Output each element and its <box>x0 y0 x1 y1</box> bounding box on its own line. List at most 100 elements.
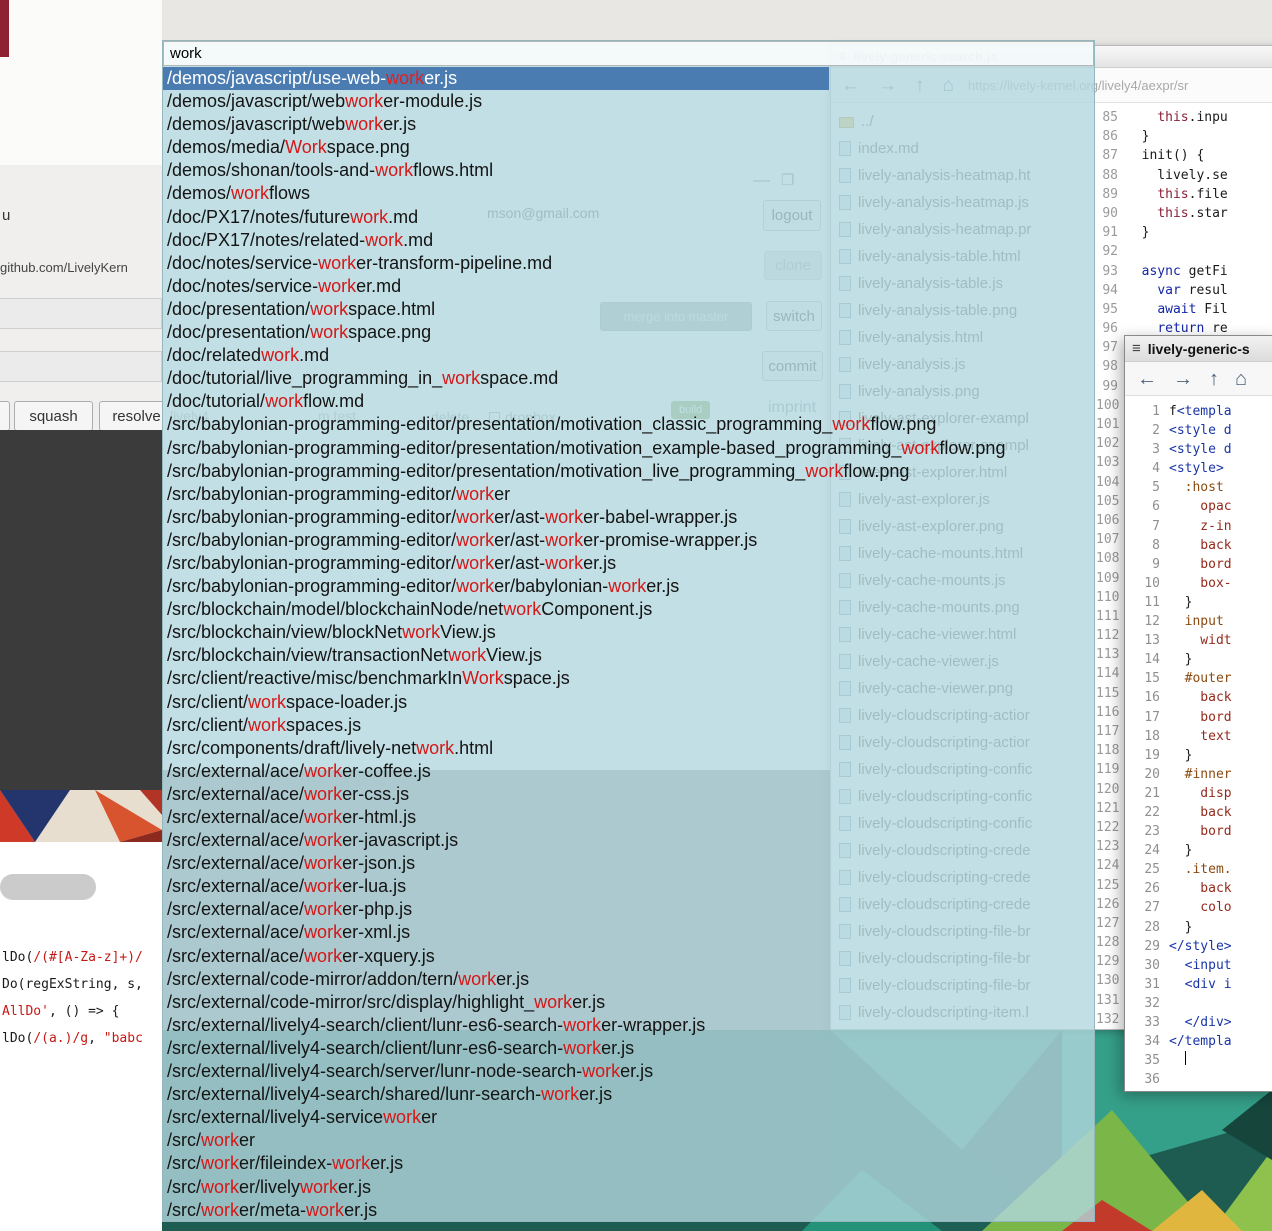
search-result-item[interactable]: /src/external/ace/worker-xml.js <box>163 921 829 944</box>
code-line: 18 text <box>1125 727 1272 746</box>
search-result-item[interactable]: /src/blockchain/model/blockchainNode/net… <box>163 598 829 621</box>
clipped-button[interactable]: f <box>0 401 10 431</box>
line-number: 18 <box>1125 727 1169 746</box>
search-result-item[interactable]: /src/babylonian-programming-editor/prese… <box>163 437 829 460</box>
search-result-item[interactable]: /doc/PX17/notes/futurework.md <box>163 206 829 229</box>
search-result-item[interactable]: /src/external/lively4-search/client/lunr… <box>163 1037 829 1060</box>
line-number: 109 <box>1096 569 1126 588</box>
line-number: 123 <box>1096 837 1126 856</box>
github-url-label: github.com/LivelyKern <box>0 260 162 275</box>
search-result-item[interactable]: /src/babylonian-programming-editor/worke… <box>163 575 829 598</box>
search-result-item[interactable]: /src/blockchain/view/blockNetworkView.js <box>163 621 829 644</box>
code-line: 25 .item. <box>1125 860 1272 879</box>
line-number: 92 <box>1096 242 1126 261</box>
line-number: 118 <box>1096 741 1126 760</box>
line-number: 9 <box>1125 555 1169 574</box>
line-number: 86 <box>1096 127 1126 146</box>
search-result-item[interactable]: /src/external/ace/worker-lua.js <box>163 875 829 898</box>
red-corner-decoration <box>0 0 9 57</box>
search-result-item[interactable]: /src/babylonian-programming-editor/worke… <box>163 506 829 529</box>
search-result-item[interactable]: /src/components/draft/lively-network.htm… <box>163 737 829 760</box>
code-line: 86 } <box>1096 127 1272 146</box>
search-result-item[interactable]: /src/external/lively4-search/shared/lunr… <box>163 1083 829 1106</box>
search-result-item[interactable]: /doc/relatedwork.md <box>163 344 829 367</box>
line-number: 26 <box>1125 879 1169 898</box>
search-result-item[interactable]: /demos/workflows <box>163 182 829 205</box>
search-result-item[interactable]: /src/babylonian-programming-editor/worke… <box>163 483 829 506</box>
search-result-item[interactable]: /src/client/reactive/misc/benchmarkInWor… <box>163 667 829 690</box>
search-result-item[interactable]: /src/external/lively4-search/client/lunr… <box>163 1014 829 1037</box>
up-icon[interactable]: ↑ <box>1209 369 1219 389</box>
search-result-item[interactable]: /src/worker/livelyworker.js <box>163 1176 829 1199</box>
search-result-item[interactable]: /src/external/ace/worker-html.js <box>163 806 829 829</box>
search-result-item[interactable]: /demos/javascript/webworker-module.js <box>163 90 829 113</box>
line-number: 100 <box>1096 396 1126 415</box>
front-editor[interactable]: 1f<templa2<style d3<style d4<style>5 :ho… <box>1125 396 1272 1091</box>
text-field[interactable] <box>0 351 162 382</box>
search-result-item[interactable]: /src/client/workspace-loader.js <box>163 691 829 714</box>
search-result-item[interactable]: /src/external/ace/worker-css.js <box>163 783 829 806</box>
search-result-item[interactable]: /src/external/ace/worker-xquery.js <box>163 945 829 968</box>
search-result-item[interactable]: /doc/notes/service-worker-transform-pipe… <box>163 252 829 275</box>
left-background-panel <box>0 0 162 165</box>
search-result-item[interactable]: /demos/javascript/use-web-worker.js <box>163 67 829 90</box>
search-result-item[interactable]: /doc/tutorial/live_programming_in_worksp… <box>163 367 829 390</box>
text-field[interactable] <box>0 298 162 329</box>
line-number: 127 <box>1096 914 1126 933</box>
search-result-item[interactable]: /demos/media/Workspace.png <box>163 136 829 159</box>
line-number: 116 <box>1096 703 1126 722</box>
search-result-item[interactable]: /doc/presentation/workspace.png <box>163 321 829 344</box>
search-result-item[interactable]: /doc/PX17/notes/related-work.md <box>163 229 829 252</box>
code-line: 14 } <box>1125 650 1272 669</box>
code-line: 92 <box>1096 242 1272 261</box>
search-result-item[interactable]: /doc/tutorial/workflow.md <box>163 390 829 413</box>
search-result-item[interactable]: /src/external/ace/worker-php.js <box>163 898 829 921</box>
line-number: 16 <box>1125 688 1169 707</box>
search-result-item[interactable]: /src/worker/meta-worker.js <box>163 1199 829 1222</box>
search-result-item[interactable]: /doc/notes/service-worker.md <box>163 275 829 298</box>
line-number: 96 <box>1096 319 1126 338</box>
search-result-item[interactable]: /src/babylonian-programming-editor/prese… <box>163 460 829 483</box>
window-title: lively-generic-s <box>1148 341 1250 357</box>
search-result-item[interactable]: /src/external/code-mirror/addon/tern/wor… <box>163 968 829 991</box>
window-titlebar[interactable]: ≡ lively-generic-s <box>1125 336 1272 362</box>
search-result-item[interactable]: /src/blockchain/view/transactionNetworkV… <box>163 644 829 667</box>
search-result-item[interactable]: /src/external/lively4-search/server/lunr… <box>163 1060 829 1083</box>
menu-icon[interactable]: ≡ <box>1132 340 1141 357</box>
line-number: 126 <box>1096 895 1126 914</box>
front-editor-window: ≡ lively-generic-s ← → ↑ ⌂ 1f<templa2<style… <box>1124 335 1272 1092</box>
line-number: 25 <box>1125 860 1169 879</box>
code-line: 4<style> <box>1125 459 1272 478</box>
search-result-item[interactable]: /src/client/workspaces.js <box>163 714 829 737</box>
search-result-item[interactable]: /src/babylonian-programming-editor/worke… <box>163 529 829 552</box>
search-result-item[interactable]: /src/external/code-mirror/src/display/hi… <box>163 991 829 1014</box>
line-number: 21 <box>1125 784 1169 803</box>
search-result-item[interactable]: /src/external/ace/worker-coffee.js <box>163 760 829 783</box>
line-number: 99 <box>1096 377 1126 396</box>
code-line: 85 this.inpu <box>1096 108 1272 127</box>
file-search-overlay: /demos/javascript/use-web-worker.js/demo… <box>162 40 1095 1222</box>
search-input[interactable] <box>163 41 1094 66</box>
line-number: 102 <box>1096 434 1126 453</box>
search-result-item[interactable]: /src/worker <box>163 1129 829 1152</box>
line-number: 128 <box>1096 933 1126 952</box>
search-result-item[interactable]: /src/babylonian-programming-editor/prese… <box>163 413 829 436</box>
line-number: 88 <box>1096 166 1126 185</box>
scrollbar-thumb[interactable] <box>0 874 96 900</box>
home-icon[interactable]: ⌂ <box>1235 369 1247 389</box>
search-result-item[interactable]: /demos/javascript/webworker.js <box>163 113 829 136</box>
back-icon[interactable]: ← <box>1137 369 1157 389</box>
search-result-item[interactable]: /demos/shonan/tools-and-workflows.html <box>163 159 829 182</box>
squash-button[interactable]: squash <box>14 401 93 431</box>
line-number: 4 <box>1125 459 1169 478</box>
search-result-item[interactable]: /src/external/ace/worker-json.js <box>163 852 829 875</box>
forward-icon[interactable]: → <box>1173 369 1193 389</box>
search-result-item[interactable]: /src/babylonian-programming-editor/worke… <box>163 552 829 575</box>
search-result-item[interactable]: /doc/presentation/workspace.html <box>163 298 829 321</box>
search-result-item[interactable]: /src/external/lively4-serviceworker <box>163 1106 829 1129</box>
search-result-item[interactable]: /src/worker/fileindex-worker.js <box>163 1152 829 1175</box>
code-line: 5 :host <box>1125 478 1272 497</box>
code-line: 17 bord <box>1125 708 1272 727</box>
line-number: 29 <box>1125 937 1169 956</box>
search-result-item[interactable]: /src/external/ace/worker-javascript.js <box>163 829 829 852</box>
